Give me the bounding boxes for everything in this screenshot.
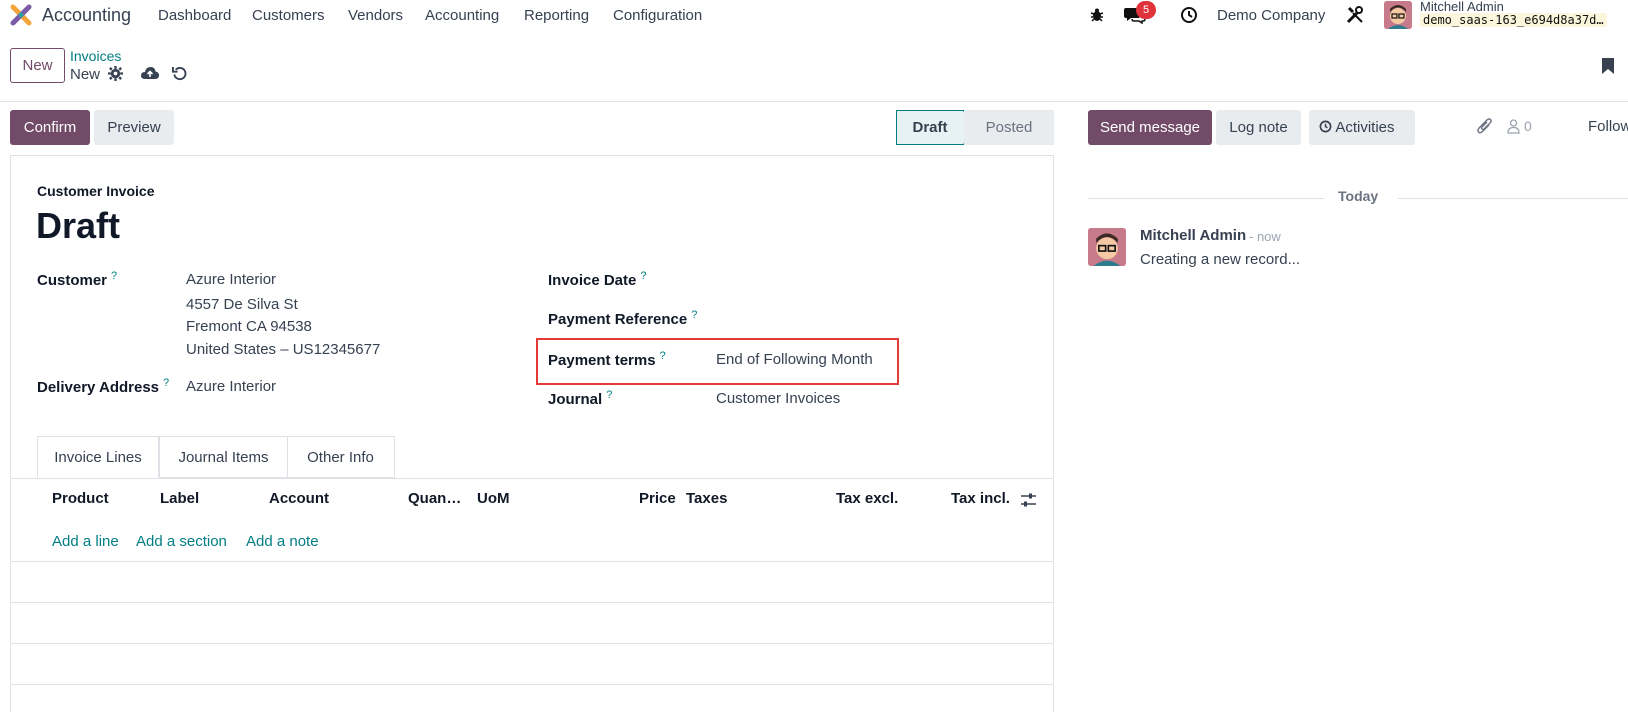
discard-undo-icon[interactable] [172, 66, 187, 81]
tools-icon[interactable] [1346, 6, 1364, 24]
customer-address-line3: United States – US12345677 [186, 341, 381, 358]
message-time: - now [1249, 229, 1281, 244]
payment-reference-field[interactable] [716, 309, 896, 329]
clock-icon [1319, 120, 1332, 133]
column-taxes[interactable]: Taxes [686, 490, 727, 507]
invoice-date-field[interactable] [716, 270, 896, 290]
date-separator: Today [1338, 188, 1379, 204]
save-cloud-icon[interactable] [141, 66, 159, 81]
company-switcher[interactable]: Demo Company [1217, 7, 1325, 24]
column-account[interactable]: Account [269, 490, 329, 507]
table-row [10, 602, 1054, 603]
column-price[interactable]: Price [639, 490, 676, 507]
column-uom[interactable]: UoM [477, 490, 510, 507]
journal-label: Journal? [548, 389, 613, 408]
user-avatar[interactable] [1384, 1, 1412, 29]
payment-terms-field[interactable]: End of Following Month [716, 351, 873, 368]
user-name[interactable]: Mitchell Admin [1420, 0, 1504, 14]
menu-configuration[interactable]: Configuration [613, 7, 702, 24]
top-navbar: Accounting Dashboard Customers Vendors A… [0, 0, 1628, 30]
activity-clock-icon[interactable] [1180, 6, 1198, 24]
bookmark-icon[interactable] [1601, 57, 1615, 75]
log-note-button[interactable]: Log note [1216, 110, 1301, 145]
tab-other-info[interactable]: Other Info [287, 436, 395, 478]
date-separator-line [1398, 198, 1628, 199]
column-tax-incl[interactable]: Tax incl. [951, 490, 1010, 507]
paperclip-icon[interactable] [1477, 117, 1493, 135]
status-posted[interactable]: Posted [964, 110, 1054, 145]
status-draft[interactable]: Draft [896, 110, 964, 145]
menu-dashboard[interactable]: Dashboard [158, 7, 231, 24]
preview-button[interactable]: Preview [94, 110, 174, 145]
column-label[interactable]: Label [160, 490, 199, 507]
tabs-divider [10, 478, 1054, 479]
add-line-link[interactable]: Add a line [52, 533, 119, 550]
table-row [10, 643, 1054, 644]
breadcrumb-current: New [70, 66, 101, 83]
breadcrumb-invoices[interactable]: Invoices [70, 48, 121, 64]
message-body: Creating a new record... [1140, 251, 1301, 268]
app-name[interactable]: Accounting [42, 5, 131, 26]
follower-user-icon[interactable] [1507, 119, 1520, 134]
send-message-button[interactable]: Send message [1088, 110, 1212, 145]
activities-label: Activities [1335, 119, 1395, 136]
journal-field[interactable]: Customer Invoices [716, 390, 840, 407]
add-section-link[interactable]: Add a section [136, 533, 227, 550]
confirm-button[interactable]: Confirm [10, 110, 90, 145]
tab-invoice-lines[interactable]: Invoice Lines [37, 436, 159, 478]
menu-reporting[interactable]: Reporting [524, 7, 589, 24]
column-quantity[interactable]: Quan… [408, 490, 461, 507]
gear-icon[interactable] [108, 66, 123, 81]
menu-vendors[interactable]: Vendors [348, 7, 403, 24]
customer-address-line1: 4557 De Silva St [186, 296, 298, 313]
accounting-app-icon[interactable] [10, 4, 32, 26]
message-author-avatar[interactable] [1088, 228, 1126, 266]
column-tax-excl[interactable]: Tax excl. [836, 490, 898, 507]
new-button[interactable]: New [10, 48, 65, 83]
table-row [10, 561, 1054, 562]
tab-journal-items[interactable]: Journal Items [159, 436, 288, 478]
optional-columns-sliders-icon[interactable] [1020, 492, 1037, 508]
menu-customers[interactable]: Customers [252, 7, 325, 24]
control-panel: New Invoices New [0, 30, 1628, 102]
message-author[interactable]: Mitchell Admin [1140, 227, 1246, 244]
message-count-badge: 5 [1136, 1, 1156, 19]
delivery-address-field[interactable]: Azure Interior [186, 378, 276, 395]
customer-field[interactable]: Azure Interior [186, 271, 276, 288]
delivery-address-label: Delivery Address? [37, 377, 170, 396]
database-name: demo_saas-163_e694d8a37d… [1420, 13, 1607, 27]
payment-reference-label: Payment Reference? [548, 309, 698, 328]
follower-count[interactable]: 0 [1524, 118, 1532, 134]
activities-button[interactable]: Activities [1309, 110, 1415, 145]
invoice-form-sheet [10, 155, 1054, 712]
menu-accounting[interactable]: Accounting [425, 7, 499, 24]
invoice-state-title: Draft [36, 205, 121, 246]
payment-terms-label: Payment terms? [548, 350, 666, 369]
follow-button[interactable]: Follow [1588, 118, 1628, 135]
table-row [10, 684, 1054, 685]
date-separator-line [1088, 198, 1324, 199]
invoice-date-label: Invoice Date? [548, 270, 647, 289]
debug-bug-icon[interactable] [1089, 7, 1105, 23]
add-note-link[interactable]: Add a note [246, 533, 319, 550]
customer-label: Customer? [37, 270, 118, 289]
customer-address-line2: Fremont CA 94538 [186, 318, 312, 335]
invoice-type-label: Customer Invoice [37, 183, 155, 199]
column-product[interactable]: Product [52, 490, 109, 507]
